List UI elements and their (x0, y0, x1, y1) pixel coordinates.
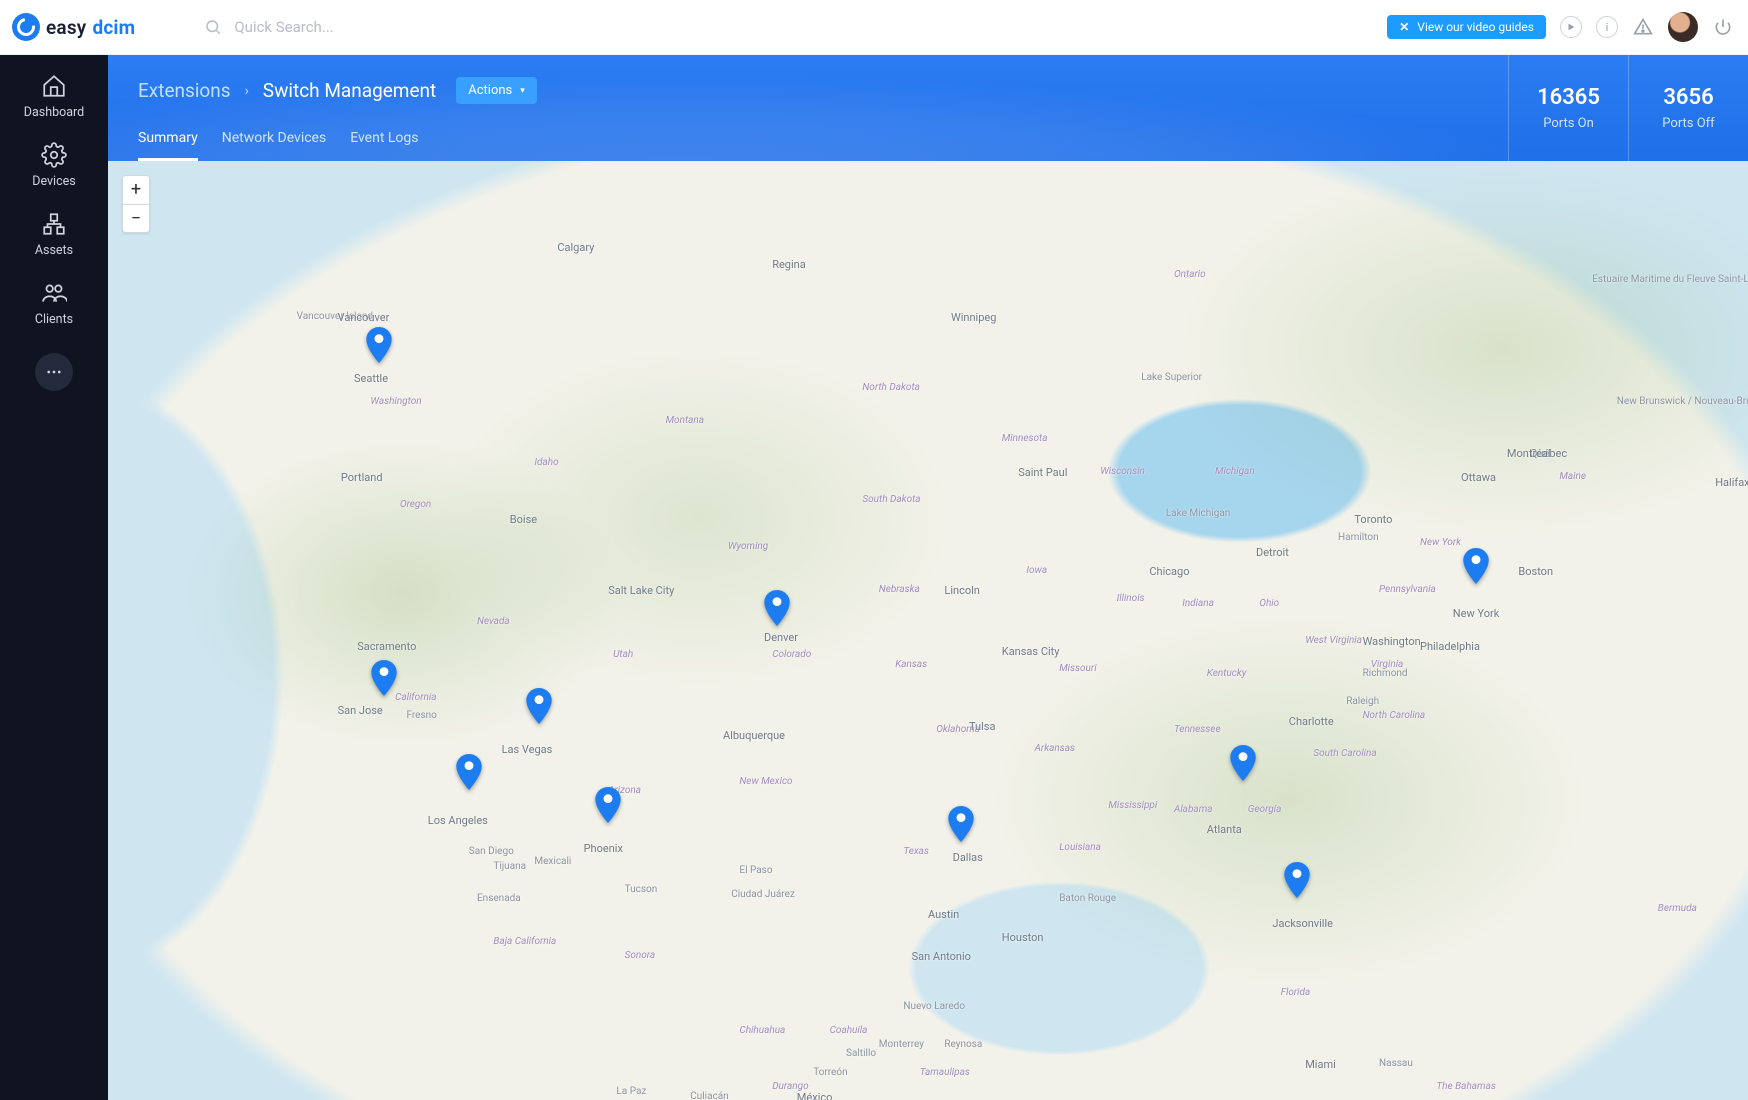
top-icons: ✕ View our video guides i (1387, 12, 1734, 42)
stat-label: Ports Off (1662, 116, 1714, 131)
sidebar-item-devices[interactable]: Devices (32, 142, 75, 189)
home-icon (41, 73, 67, 99)
zoom-out-button[interactable]: − (123, 204, 149, 232)
alert-icon[interactable] (1632, 16, 1654, 38)
map-pin-las-vegas[interactable] (526, 688, 552, 724)
more-icon (45, 363, 63, 381)
video-guides-label: View our video guides (1417, 20, 1534, 34)
map-pin-denver[interactable] (764, 590, 790, 626)
map-background-tint (108, 161, 1748, 1100)
stat-label: Ports On (1543, 116, 1594, 131)
actions-button[interactable]: Actions ▾ (456, 77, 537, 104)
logo-text-b: dcim (92, 16, 135, 39)
stat-ports-off: 3656 Ports Off (1628, 55, 1748, 161)
sidebar-item-label: Devices (32, 174, 75, 189)
close-icon[interactable]: ✕ (1399, 20, 1409, 34)
clients-icon (41, 280, 67, 306)
gear-icon (41, 142, 67, 168)
logo[interactable]: easy dcim (12, 13, 135, 41)
sidebar-more-button[interactable] (35, 353, 73, 391)
breadcrumb: Extensions › Switch Management (138, 79, 436, 102)
map-pin-jacksonville[interactable] (1284, 862, 1310, 898)
tabs: Summary Network Devices Event Logs (108, 104, 1748, 161)
map-area[interactable]: + − CalgaryReginaWinnipegOntarioQuébecEs… (108, 161, 1748, 1100)
sidebar-item-label: Clients (35, 312, 73, 327)
sidebar: Dashboard Devices Assets Clients (0, 55, 108, 1100)
map-pin-seattle[interactable] (366, 327, 392, 363)
tab-network-devices[interactable]: Network Devices (222, 130, 327, 161)
video-guides-button[interactable]: ✕ View our video guides (1387, 15, 1546, 39)
map-pin-new-york[interactable] (1463, 548, 1489, 584)
breadcrumb-page: Switch Management (263, 79, 436, 102)
stat-value: 3656 (1663, 85, 1713, 110)
assets-icon (41, 211, 67, 237)
zoom-in-button[interactable]: + (123, 176, 149, 204)
topbar: easy dcim ✕ View our video guides i (0, 0, 1748, 55)
stats: 16365 Ports On 3656 Ports Off (1508, 55, 1748, 161)
map-pin-dallas[interactable] (948, 806, 974, 842)
page-header: Extensions › Switch Management Actions ▾… (108, 55, 1748, 161)
breadcrumb-root[interactable]: Extensions (138, 79, 231, 102)
avatar[interactable] (1668, 12, 1698, 42)
tab-event-logs[interactable]: Event Logs (350, 130, 418, 161)
chevron-down-icon: ▾ (520, 86, 525, 96)
chevron-right-icon: › (245, 83, 249, 99)
power-icon[interactable] (1712, 16, 1734, 38)
search-wrap (204, 18, 1373, 36)
map-pin-atlanta[interactable] (1230, 745, 1256, 781)
main: Extensions › Switch Management Actions ▾… (108, 55, 1748, 1100)
stat-ports-on: 16365 Ports On (1508, 55, 1628, 161)
map-pin-los-angeles[interactable] (456, 754, 482, 790)
sidebar-item-dashboard[interactable]: Dashboard (24, 73, 84, 120)
info-icon[interactable]: i (1596, 16, 1618, 38)
actions-label: Actions (468, 83, 512, 98)
sidebar-item-clients[interactable]: Clients (35, 280, 73, 327)
sidebar-item-assets[interactable]: Assets (35, 211, 73, 258)
search-icon (204, 18, 222, 36)
zoom-control: + − (122, 175, 150, 233)
sidebar-item-label: Assets (35, 243, 73, 258)
logo-mark-icon (12, 13, 40, 41)
sidebar-item-label: Dashboard (24, 105, 84, 120)
play-icon[interactable] (1560, 16, 1582, 38)
stat-value: 16365 (1537, 85, 1600, 110)
map-pin-san-jose[interactable] (371, 660, 397, 696)
map-pin-phoenix[interactable] (595, 787, 621, 823)
search-input[interactable] (234, 18, 494, 36)
tab-summary[interactable]: Summary (138, 130, 198, 161)
logo-text-a: easy (46, 16, 86, 39)
